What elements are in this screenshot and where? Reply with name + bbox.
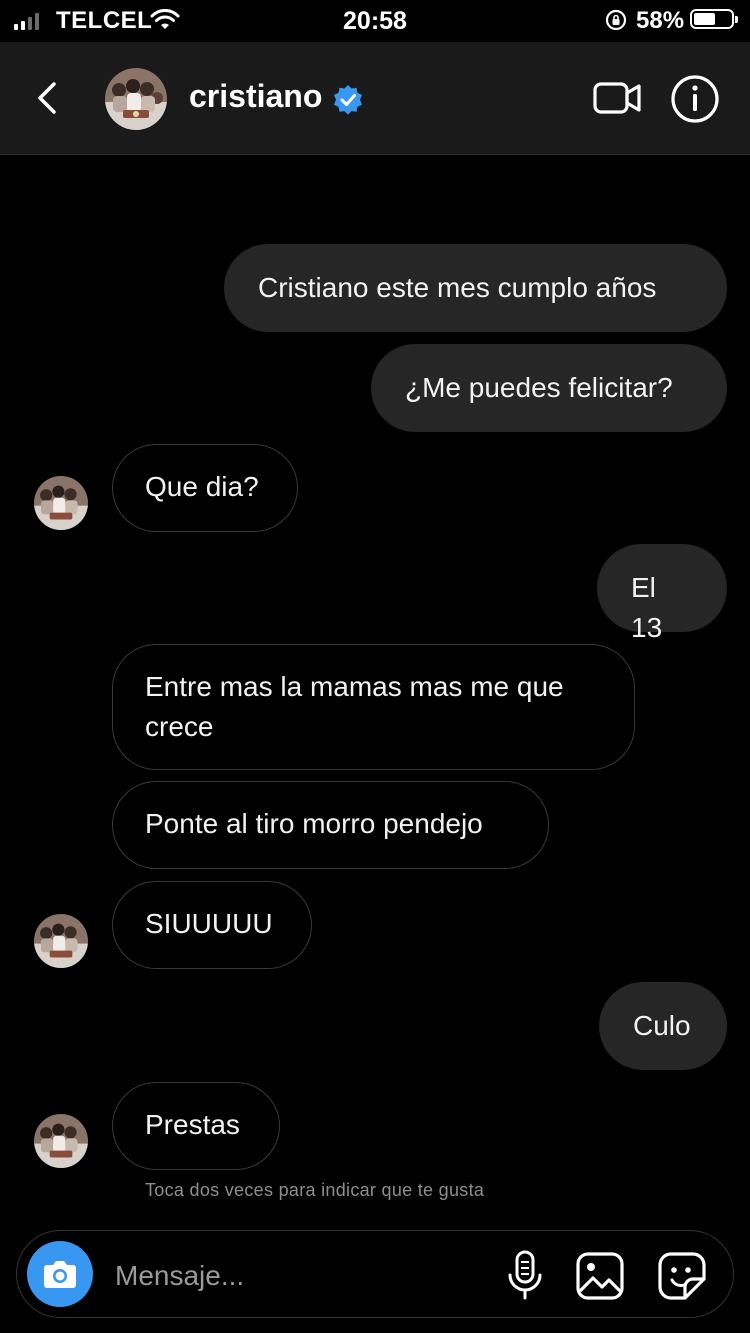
message-bubble-received[interactable]: Que dia? [112, 444, 298, 532]
double-tap-hint: Toca dos veces para indicar que te gusta [145, 1180, 485, 1200]
message-bubble-received[interactable]: SIUUUUU [112, 881, 312, 969]
sender-avatar[interactable] [34, 476, 88, 530]
message-bubble-received[interactable]: Prestas [112, 1082, 280, 1170]
message-bubble-received[interactable]: Entre mas la mamas mas me que crece [112, 644, 635, 770]
battery-percent: 58% [636, 7, 685, 34]
contact-avatar[interactable] [105, 68, 167, 130]
message-input[interactable] [113, 1253, 477, 1299]
chat-header: cristiano [0, 42, 750, 155]
gallery-icon[interactable] [575, 1251, 625, 1301]
back-arrow-icon[interactable] [30, 78, 66, 118]
message-bubble-sent[interactable]: ¿Me puedes felicitar? [371, 344, 727, 432]
message-bubble-received[interactable]: Ponte al tiro morro pendejo [112, 781, 549, 869]
camera-button[interactable] [27, 1241, 93, 1307]
camera-icon [44, 1261, 76, 1288]
battery-fill [694, 13, 715, 25]
microphone-icon[interactable] [505, 1249, 545, 1301]
sender-avatar[interactable] [34, 1114, 88, 1168]
video-call-icon[interactable] [592, 78, 644, 118]
message-composer [16, 1230, 734, 1318]
battery-icon [690, 9, 738, 29]
message-bubble-sent[interactable]: Culo [599, 982, 727, 1070]
message-bubble-sent[interactable]: El 13 [597, 544, 727, 643]
info-icon[interactable] [670, 74, 720, 124]
sticker-icon[interactable] [657, 1251, 707, 1301]
rotation-lock-icon [605, 9, 627, 31]
status-bar: TELCEL 20:58 58% [0, 0, 750, 42]
message-bubble-sent[interactable]: Cristiano este mes cumplo años [224, 244, 727, 332]
sender-avatar[interactable] [34, 914, 88, 968]
contact-name[interactable]: cristiano [189, 78, 322, 115]
verified-badge-icon [334, 85, 362, 115]
